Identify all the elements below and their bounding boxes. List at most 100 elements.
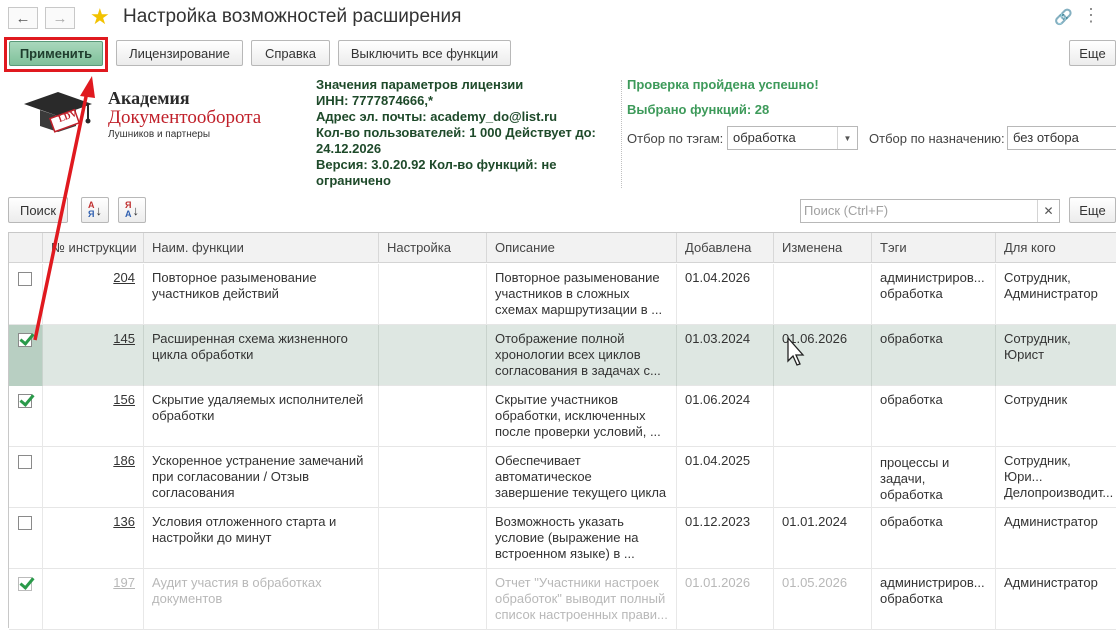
row-name: Ускоренное устранение замечаний при согл… — [144, 447, 379, 508]
header-col-for[interactable]: Для кого — [996, 233, 1116, 263]
purpose-filter-value: без отбора — [1013, 130, 1079, 145]
row-checkbox[interactable] — [18, 272, 32, 286]
row-changed: 01.05.2026 — [774, 569, 872, 630]
more-button[interactable]: Еще — [1069, 40, 1116, 66]
row-num-link[interactable]: 136 — [43, 508, 144, 569]
row-name: Повторное разыменование участников дейст… — [144, 264, 379, 325]
apply-button[interactable]: Применить — [9, 41, 103, 66]
row-desc: Отображение полной хронологии всех цикло… — [487, 325, 677, 386]
row-changed — [774, 386, 872, 447]
clear-icon[interactable]: ✕ — [1037, 200, 1059, 222]
header-col-tags[interactable]: Тэги — [872, 233, 996, 263]
purpose-filter-label: Отбор по назначению: — [869, 131, 1005, 146]
row-changed — [774, 447, 872, 508]
table-row-disabled[interactable]: 197 Аудит участия в обработках документо… — [9, 569, 1116, 630]
row-desc: Возможность указать условие (выражение н… — [487, 508, 677, 569]
row-num-link[interactable]: 156 — [43, 386, 144, 447]
license-email: Адрес эл. почты: academy_do@list.ru — [316, 109, 558, 124]
dropdown-arrow-icon[interactable]: ▼ — [837, 127, 857, 149]
row-num-link[interactable]: 204 — [43, 264, 144, 325]
window-title: Настройка возможностей расширения — [123, 6, 462, 27]
row-checkbox[interactable] — [18, 455, 32, 469]
functions-table: № инструкции Наим. функции Настройка Опи… — [8, 232, 1116, 630]
table-header: № инструкции Наим. функции Настройка Опи… — [9, 233, 1116, 263]
disable-all-button[interactable]: Выключить все функции — [338, 40, 511, 66]
table-row[interactable]: 204 Повторное разыменование участников д… — [9, 264, 1116, 325]
header-col-num[interactable]: № инструкции — [43, 233, 144, 263]
sort-desc-button[interactable]: Я А ↓ — [118, 197, 146, 223]
licensing-button[interactable]: Лицензирование — [116, 40, 243, 66]
header-col-changed[interactable]: Изменена — [774, 233, 872, 263]
row-tags: обработка — [872, 508, 996, 569]
row-name: Условия отложенного старта и настройки д… — [144, 508, 379, 569]
row-for: Администратор — [1004, 514, 1098, 529]
arrow-right-icon: → — [52, 9, 68, 27]
row-for: Сотрудник — [1004, 392, 1068, 407]
row-num-link[interactable]: 186 — [43, 447, 144, 508]
mouse-cursor-icon — [787, 337, 805, 366]
row-num-link[interactable]: 197 — [43, 569, 144, 630]
header-col-setting[interactable]: Настройка — [379, 233, 487, 263]
academy-logo: LDV — [18, 86, 108, 138]
selected-count: Выбрано функций: 28 — [627, 102, 770, 117]
license-version-1: Версия: 3.0.20.92 Кол-во функций: не — [316, 157, 557, 172]
row-tags: обработка — [872, 325, 996, 386]
row-name: Аудит участия в обработках документов — [144, 569, 379, 630]
row-for: Сотрудник, Юри... Делопроизводит... — [1004, 453, 1114, 500]
sort-desc-icon: ЯА — [125, 200, 132, 219]
row-checkbox[interactable] — [18, 577, 32, 591]
sort-asc-icon: АЯ — [88, 200, 95, 219]
logo-line2: Документооборота — [108, 107, 262, 128]
row-setting[interactable] — [379, 264, 487, 325]
row-setting[interactable] — [379, 447, 487, 508]
logo-line3: Лушников и партнеры — [108, 129, 211, 140]
favorite-star-icon[interactable]: ★ — [90, 5, 110, 29]
row-desc: Повторное разыменование участников в сло… — [487, 264, 677, 325]
help-button[interactable]: Справка — [251, 40, 330, 66]
row-name: Скрытие удаляемых исполнителей обработки — [144, 386, 379, 447]
row-added: 01.01.2026 — [677, 569, 774, 630]
row-changed — [774, 264, 872, 325]
license-inn: ИНН: 7777874666,* — [316, 93, 434, 108]
table-row-selected[interactable]: 145 Расширенная схема жизненного цикла о… — [9, 325, 1116, 386]
row-added: 01.04.2025 — [677, 447, 774, 508]
search-input[interactable]: Поиск (Ctrl+F) ✕ — [800, 199, 1060, 223]
table-row[interactable]: 136 Условия отложенного старта и настрой… — [9, 508, 1116, 569]
row-setting[interactable] — [379, 386, 487, 447]
row-tags: администриров... обработка — [872, 264, 996, 325]
license-info: Значения параметров лицензии ИНН: 777787… — [316, 77, 611, 189]
table-row[interactable]: 156 Скрытие удаляемых исполнителей обраб… — [9, 386, 1116, 447]
link-icon[interactable]: 🔗 — [1054, 8, 1073, 26]
header-col-name[interactable]: Наим. функции — [144, 233, 379, 263]
header-col-added[interactable]: Добавлена — [677, 233, 774, 263]
more-vertical-icon[interactable]: ⋮ — [1082, 6, 1100, 24]
row-setting[interactable] — [379, 508, 487, 569]
row-tags: администриров... обработка — [872, 569, 996, 630]
row-desc: Скрытие участников обработки, исключенны… — [487, 386, 677, 447]
header-col-desc[interactable]: Описание — [487, 233, 677, 263]
row-desc: Обеспечивает автоматическое завершение т… — [487, 447, 677, 508]
row-changed: 01.01.2024 — [774, 508, 872, 569]
row-for: Администратор — [1004, 575, 1098, 590]
row-added: 01.06.2024 — [677, 386, 774, 447]
sort-asc-button[interactable]: А Я ↓ — [81, 197, 109, 223]
row-for: Сотрудник, Юрист — [1004, 331, 1071, 362]
logo-line1: Академия — [108, 88, 190, 108]
row-checkbox[interactable] — [18, 333, 32, 347]
row-checkbox[interactable] — [18, 516, 32, 530]
license-heading: Значения параметров лицензии — [316, 77, 524, 92]
tag-filter-select[interactable]: обработка ▼ — [727, 126, 858, 150]
purpose-filter-select[interactable]: без отбора — [1007, 126, 1116, 150]
row-setting[interactable] — [379, 325, 487, 386]
row-checkbox[interactable] — [18, 394, 32, 408]
header-checkbox-col — [9, 233, 43, 263]
search-button[interactable]: Поиск — [8, 197, 68, 223]
forward-button[interactable]: → — [45, 7, 75, 29]
row-setting[interactable] — [379, 569, 487, 630]
search-more-button[interactable]: Еще — [1069, 197, 1116, 223]
row-num-link[interactable]: 145 — [43, 325, 144, 386]
table-row[interactable]: 186 Ускоренное устранение замечаний при … — [9, 447, 1116, 508]
row-name: Расширенная схема жизненного цикла обраб… — [144, 325, 379, 386]
back-button[interactable]: ← — [8, 7, 38, 29]
row-for: Сотрудник, Администратор — [1004, 270, 1098, 301]
